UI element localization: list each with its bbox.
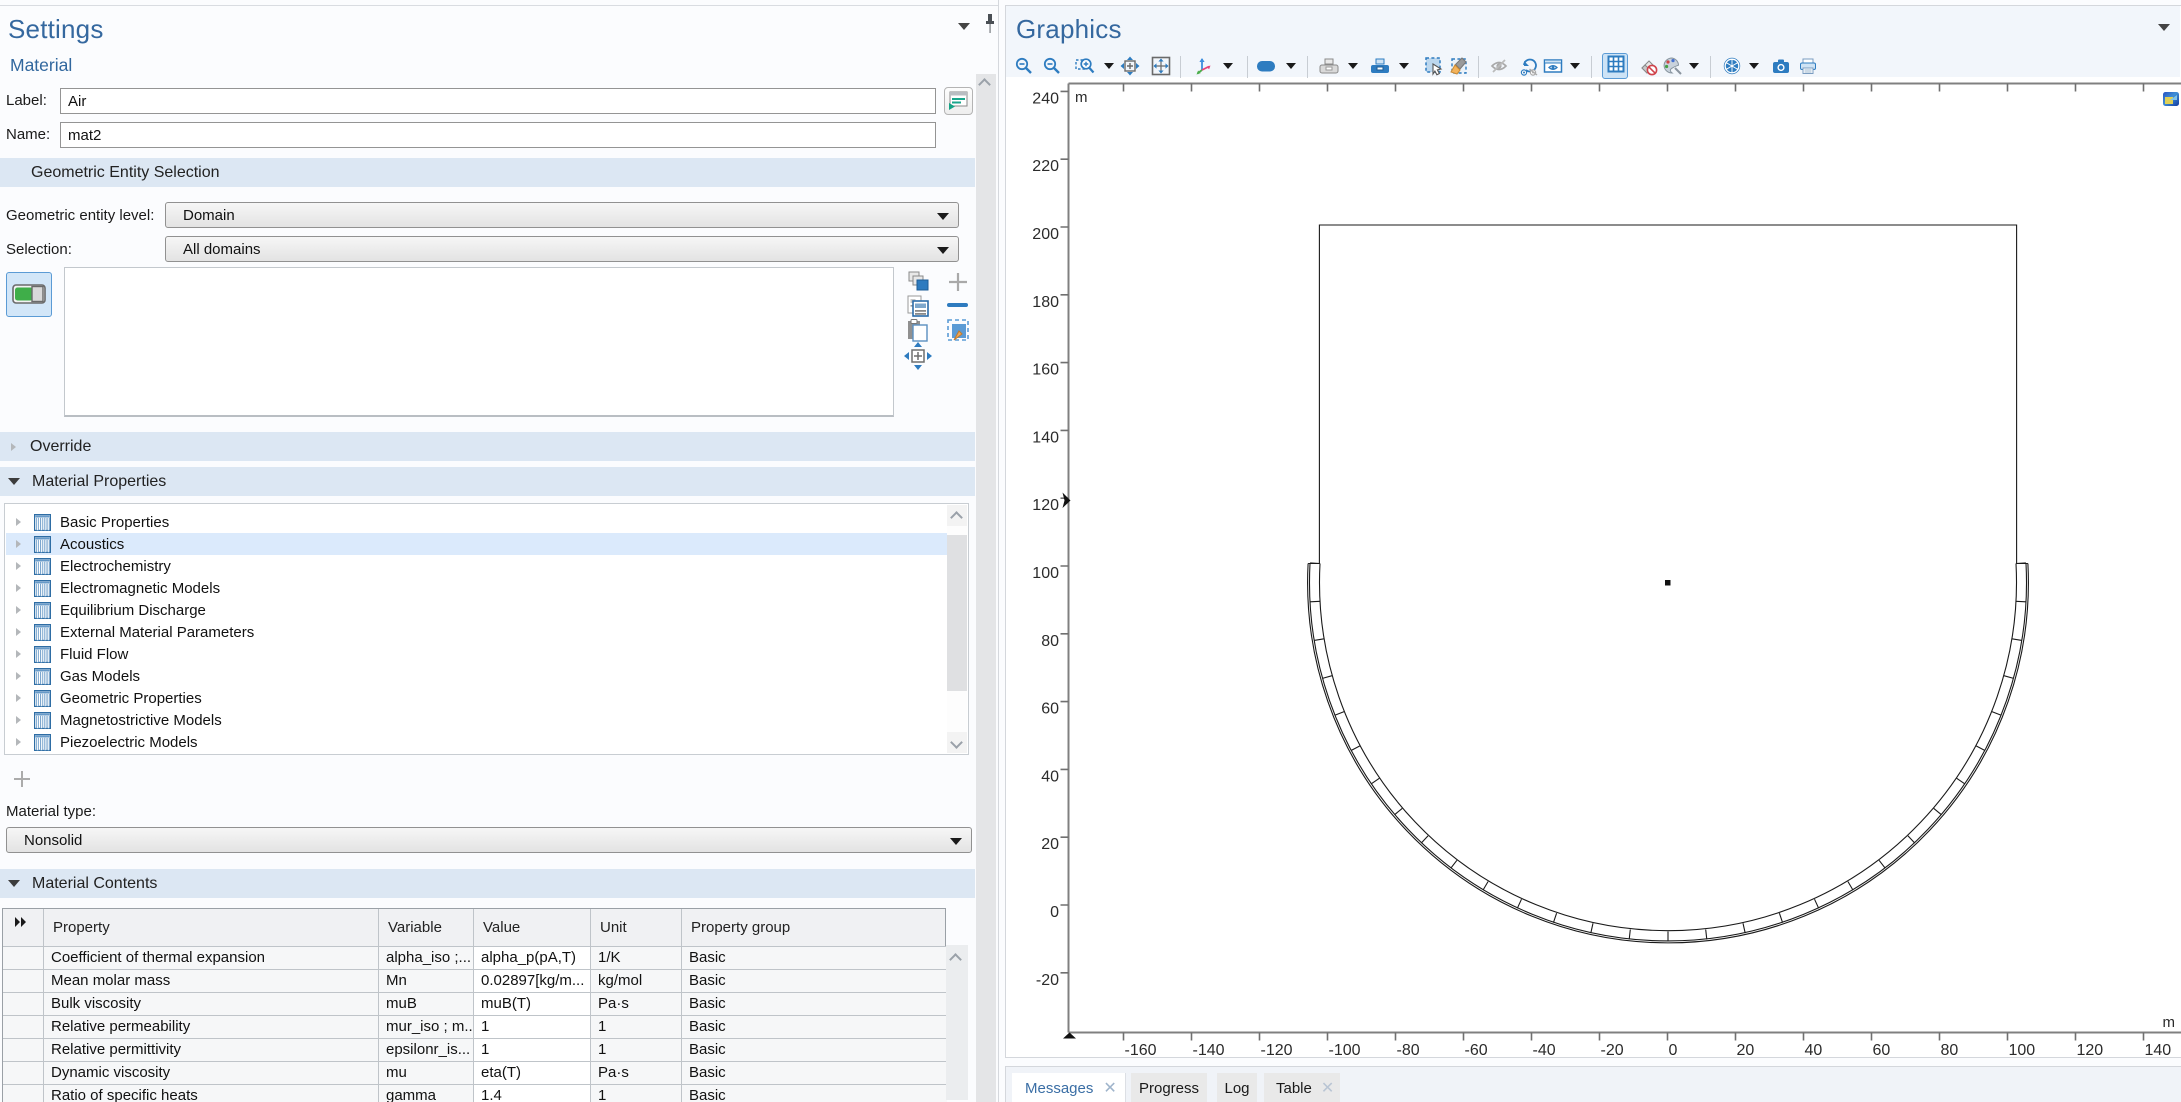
svg-text:200: 200: [1032, 226, 1059, 243]
svg-text:-40: -40: [1533, 1042, 1556, 1059]
svg-text:m: m: [2163, 1014, 2176, 1031]
svg-text:m: m: [1075, 89, 1088, 106]
svg-text:-120: -120: [1261, 1042, 1293, 1059]
svg-text:120: 120: [2077, 1042, 2104, 1059]
svg-text:0: 0: [1669, 1042, 1678, 1059]
svg-text:240: 240: [1032, 90, 1059, 107]
svg-text:-100: -100: [1329, 1042, 1361, 1059]
svg-text:-80: -80: [1397, 1042, 1420, 1059]
svg-text:20: 20: [1737, 1042, 1755, 1059]
svg-text:180: 180: [1032, 294, 1059, 311]
svg-text:80: 80: [1041, 633, 1059, 650]
svg-text:160: 160: [1032, 362, 1059, 379]
svg-text:40: 40: [1805, 1042, 1823, 1059]
svg-text:0: 0: [1050, 904, 1059, 921]
svg-text:140: 140: [1032, 429, 1059, 446]
svg-text:-140: -140: [1193, 1042, 1225, 1059]
svg-text:120: 120: [1032, 497, 1059, 514]
svg-text:220: 220: [1032, 158, 1059, 175]
svg-text:80: 80: [1941, 1042, 1959, 1059]
svg-text:100: 100: [1032, 565, 1059, 582]
svg-text:40: 40: [1041, 768, 1059, 785]
svg-text:-20: -20: [1036, 972, 1059, 989]
svg-text:-60: -60: [1465, 1042, 1488, 1059]
svg-text:20: 20: [1041, 836, 1059, 853]
svg-text:100: 100: [2009, 1042, 2036, 1059]
svg-text:-160: -160: [1125, 1042, 1157, 1059]
svg-text:60: 60: [1873, 1042, 1891, 1059]
svg-text:-20: -20: [1601, 1042, 1624, 1059]
svg-text:60: 60: [1041, 701, 1059, 718]
svg-text:140: 140: [2145, 1042, 2172, 1059]
